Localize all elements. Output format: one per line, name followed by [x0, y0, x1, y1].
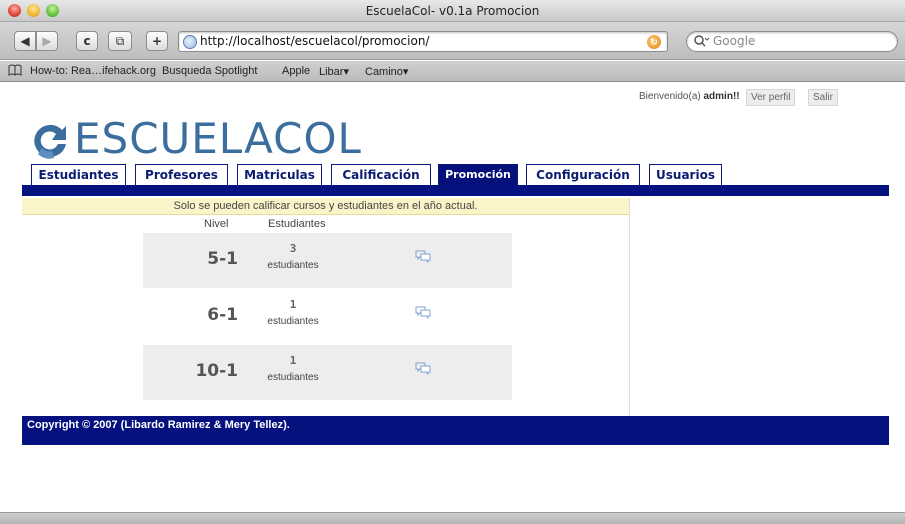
address-text: http://localhost/escuelacol/promocion/	[200, 34, 430, 48]
row-count: 3	[289, 242, 297, 255]
row-nivel[interactable]: 10-1	[143, 361, 238, 381]
tab-matriculas[interactable]: Matriculas	[237, 164, 322, 186]
plus-icon: +	[151, 34, 163, 48]
username: admin!!	[703, 91, 740, 102]
welcome-text: Bienvenido(a) admin!!	[639, 91, 740, 102]
table-row: 10-1 1 estudiantes	[143, 345, 512, 400]
browser-toolbar: ◀ ▶ c ⧉ + http://localhost/escuelacol/pr…	[0, 22, 905, 60]
row-unit: estudiantes	[267, 260, 319, 271]
bookmark-apple[interactable]: Apple	[282, 65, 310, 77]
row-count: 1	[289, 298, 297, 311]
snapback-icon: ⧉	[115, 34, 125, 48]
bookmarks-bar: How-to: Rea…ifehack.org Busqueda Spotlig…	[0, 61, 905, 82]
row-unit: estudiantes	[267, 316, 319, 327]
view-profile-button[interactable]: Ver perfil	[746, 89, 796, 106]
search-icon	[693, 34, 710, 51]
bookmark-libar[interactable]: Libar▾	[319, 65, 349, 78]
column-header-nivel: Nivel	[204, 218, 229, 230]
comments-icon[interactable]	[415, 305, 431, 319]
snapback-button[interactable]: ⧉	[108, 31, 132, 51]
window-title: EscuelaCol- v0.1a Promocion	[365, 4, 540, 18]
search-placeholder: Google	[713, 34, 756, 48]
tab-promocion[interactable]: Promoción	[438, 164, 518, 186]
reload-button[interactable]: c	[76, 31, 98, 51]
tab-profesores[interactable]: Profesores	[135, 164, 228, 186]
tab-configuracion[interactable]: Configuración	[526, 164, 640, 186]
bookmark-spotlight[interactable]: Busqueda Spotlight	[162, 65, 257, 77]
content-divider	[629, 198, 630, 416]
row-unit: estudiantes	[267, 372, 319, 383]
bookmark-camino[interactable]: Camino▾	[365, 65, 408, 78]
logo-swirl-icon	[34, 124, 66, 159]
forward-button[interactable]: ▶	[36, 31, 58, 51]
forward-arrow-icon: ▶	[42, 34, 52, 48]
logo-text: ESCUELACOL	[74, 114, 362, 163]
address-bar[interactable]: http://localhost/escuelacol/promocion/ ↻	[178, 31, 668, 52]
logout-button[interactable]: Salir	[808, 89, 839, 106]
row-nivel[interactable]: 5-1	[143, 249, 238, 269]
back-arrow-icon: ◀	[20, 34, 30, 48]
book-icon[interactable]	[8, 64, 22, 79]
browser-statusbar	[0, 512, 905, 524]
tab-calificacion[interactable]: Calificación	[331, 164, 431, 186]
page-footer: Copyright © 2007 (Libardo Ramirez & Mery…	[22, 416, 889, 445]
globe-icon	[183, 35, 197, 49]
add-bookmark-button[interactable]: +	[146, 31, 168, 51]
back-button[interactable]: ◀	[14, 31, 36, 51]
bookmark-lifehack[interactable]: How-to: Rea…ifehack.org	[30, 65, 156, 77]
column-header-estudiantes: Estudiantes	[268, 218, 326, 230]
nav-bar-line	[22, 185, 889, 196]
row-nivel[interactable]: 6-1	[143, 305, 238, 325]
welcome-prefix: Bienvenido(a)	[639, 91, 701, 102]
tab-estudiantes[interactable]: Estudiantes	[31, 164, 126, 186]
comments-icon[interactable]	[415, 361, 431, 375]
notice-banner: Solo se pueden calificar cursos y estudi…	[22, 198, 629, 215]
table-row: 5-1 3 estudiantes	[143, 233, 512, 288]
refresh-go-icon[interactable]: ↻	[647, 35, 661, 49]
window-titlebar: EscuelaCol- v0.1a Promocion	[0, 0, 905, 22]
tab-usuarios[interactable]: Usuarios	[649, 164, 722, 186]
reload-icon: c	[83, 34, 91, 48]
search-input[interactable]: Google	[686, 31, 898, 52]
row-count: 1	[289, 354, 297, 367]
comments-icon[interactable]	[415, 249, 431, 263]
table-row: 6-1 1 estudiantes	[143, 289, 512, 344]
